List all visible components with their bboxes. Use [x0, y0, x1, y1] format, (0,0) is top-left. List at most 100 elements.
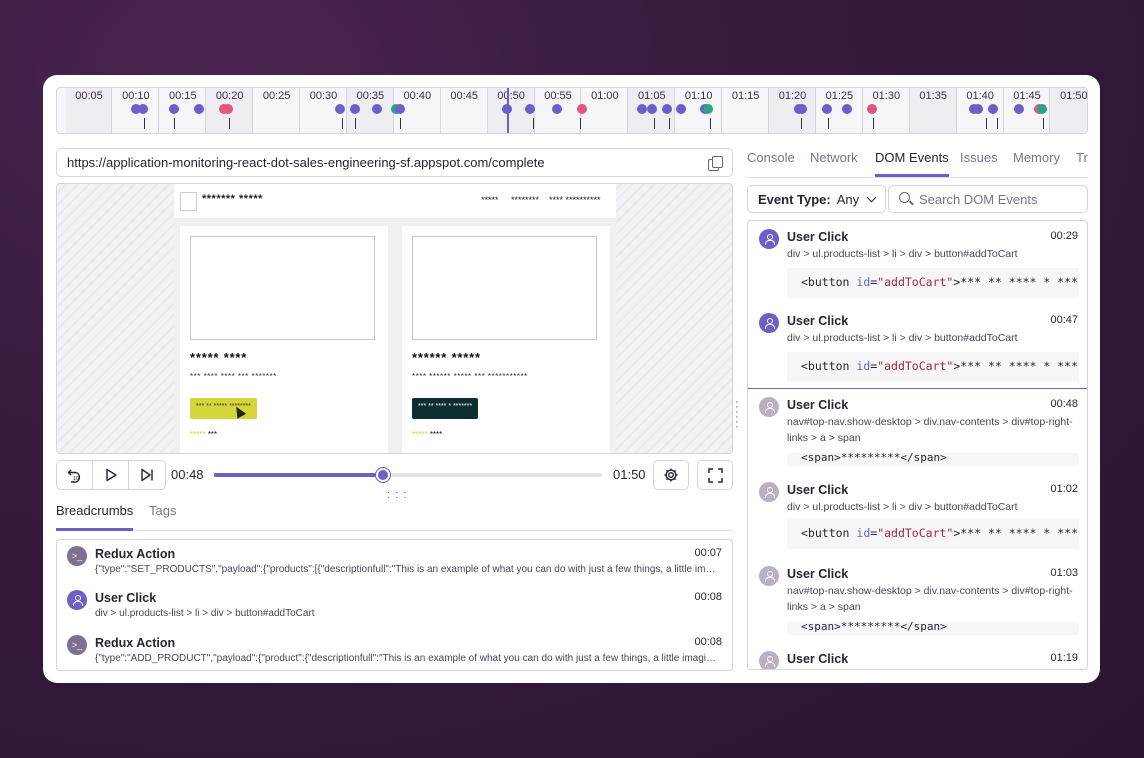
tab-network[interactable]: Network — [810, 150, 858, 174]
search-input[interactable]: Search DOM Events — [888, 185, 1088, 213]
event-time[interactable]: 00:48 — [1050, 398, 1078, 410]
breadcrumb-description: {"type":"ADD_PRODUCT","payload":{"produc… — [95, 653, 720, 664]
list-item[interactable]: User Click 00:47 div > ul.products-list … — [748, 305, 1087, 389]
list-item[interactable]: >_ Redux Action 00:08 {"type":"ADD_PRODU… — [57, 629, 732, 670]
timeline-event-marker[interactable] — [797, 104, 807, 114]
event-code-snippet: <button id="addToCart">*** ** **** * ***… — [787, 352, 1079, 382]
list-item[interactable]: >_ Redux Action 00:07 {"type":"SET_PRODU… — [57, 540, 732, 584]
nav-link: ******** — [511, 195, 540, 205]
skip-forward-button[interactable] — [129, 461, 165, 489]
timeline-event-marker[interactable] — [1014, 104, 1024, 114]
product-price: ***** *** — [190, 430, 217, 439]
timeline-label: 01:40 — [966, 90, 994, 102]
list-item[interactable]: User Click 00:29 div > ul.products-list … — [748, 221, 1087, 305]
timeline-tick — [710, 118, 711, 129]
copy-icon[interactable] — [708, 155, 723, 171]
timeline-event-marker[interactable] — [350, 104, 360, 114]
product-title: ****** ***** — [412, 350, 481, 365]
timeline-event-marker[interactable] — [395, 104, 405, 114]
product-card: ***** **** *** **** **** *** ******* ***… — [180, 226, 388, 453]
progress-slider[interactable] — [214, 468, 602, 482]
breadcrumb-time[interactable]: 00:07 — [694, 547, 722, 559]
tab-breadcrumbs[interactable]: Breadcrumbs — [56, 503, 134, 531]
search-placeholder: Search DOM Events — [919, 191, 1038, 207]
timeline-event-marker[interactable] — [138, 104, 148, 114]
event-type-label: Event Type: — [758, 191, 831, 207]
timeline-event-marker[interactable] — [822, 104, 832, 114]
settings-button[interactable] — [653, 460, 689, 490]
timeline-event-marker[interactable] — [335, 104, 345, 114]
timeline-event-marker[interactable] — [647, 104, 657, 114]
tab-console[interactable]: Console — [747, 150, 795, 174]
timeline-tick — [400, 118, 401, 129]
breadcrumb-description: {"type":"SET_PRODUCTS","payload":{"produ… — [95, 564, 720, 575]
tab-dom-events[interactable]: DOM Events — [875, 150, 949, 177]
skip-forward-icon — [141, 468, 153, 482]
event-time[interactable]: 01:19 — [1050, 652, 1078, 664]
timeline-event-marker[interactable] — [223, 104, 233, 114]
product-image — [412, 236, 597, 340]
timeline-label: 00:20 — [215, 90, 244, 102]
user-icon — [759, 397, 779, 417]
search-icon — [899, 192, 910, 203]
play-button[interactable] — [93, 461, 129, 489]
list-item[interactable]: User Click 00:08 div > ul.products-list … — [57, 584, 732, 628]
timeline-event-marker[interactable] — [662, 104, 672, 114]
user-icon — [759, 651, 779, 669]
timeline-event-marker[interactable] — [525, 104, 535, 114]
event-time[interactable]: 01:02 — [1050, 483, 1078, 495]
event-title: User Click — [787, 314, 849, 328]
event-time[interactable]: 00:29 — [1050, 230, 1078, 242]
breadcrumb-time[interactable]: 00:08 — [694, 636, 722, 648]
rewind-10-icon: 10 — [67, 469, 80, 483]
tab-issues[interactable]: Issues — [960, 150, 998, 174]
list-item[interactable]: User Click 01:19 — [748, 643, 1087, 669]
tab-memory[interactable]: Memory — [1013, 150, 1060, 174]
panel-resize-handle-icon[interactable]: · · · · · · — [735, 397, 745, 433]
timeline-event-marker[interactable] — [194, 104, 204, 114]
rewind-10-button[interactable]: 10 — [57, 461, 93, 489]
replay-window: 00:05 00:10 00:15 00:20 00:25 00:30 00:35 00:40… — [43, 75, 1100, 683]
tab-tags[interactable]: Tags — [149, 503, 176, 528]
list-item[interactable]: User Click 01:03 nav#top-nav.show-deskto… — [748, 558, 1087, 642]
list-item[interactable]: User Click 00:48 nav#top-nav.show-deskto… — [748, 389, 1087, 473]
event-type-dropdown[interactable]: Event Type: Any — [747, 185, 887, 213]
product-description: **** ****** ***** *** *********** — [412, 372, 528, 381]
timeline-event-marker[interactable] — [988, 104, 998, 114]
timeline-playhead[interactable] — [507, 88, 509, 133]
timeline-event-marker[interactable] — [973, 104, 983, 114]
event-time[interactable]: 01:03 — [1050, 567, 1078, 579]
progress-thumb[interactable] — [376, 468, 391, 482]
tab-trace[interactable]: Trace — [1076, 150, 1088, 174]
timeline-event-marker[interactable] — [577, 104, 587, 114]
event-title: User Click — [787, 230, 849, 244]
replayed-page: ******* ***** ***** ******** **** ******… — [174, 184, 616, 453]
timeline-event-marker[interactable] — [842, 104, 852, 114]
breadcrumb-time[interactable]: 00:08 — [694, 591, 722, 603]
timeline-tick — [997, 118, 998, 129]
timeline-event-marker[interactable] — [676, 104, 686, 114]
product-title: ***** **** — [190, 350, 248, 365]
breadcrumb-title: Redux Action — [95, 547, 176, 561]
timeline-event-marker[interactable] — [703, 104, 713, 114]
timeline-event-marker[interactable] — [867, 104, 877, 114]
url-text: https://application-monitoring-react-dot… — [67, 155, 545, 170]
timeline[interactable]: 00:05 00:10 00:15 00:20 00:25 00:30 00:35 00:40… — [56, 87, 1088, 134]
add-to-cart-button: *** ** **** * ******* — [412, 398, 479, 419]
timeline-label: 01:50 — [1060, 90, 1088, 102]
timeline-event-marker[interactable] — [637, 104, 647, 114]
timeline-label: 00:05 — [75, 90, 103, 102]
timeline-tick — [144, 118, 145, 129]
timeline-event-marker[interactable] — [552, 104, 562, 114]
timeline-event-marker[interactable] — [372, 104, 382, 114]
timeline-label: 01:15 — [731, 90, 760, 102]
gear-icon — [664, 468, 678, 482]
timeline-event-marker[interactable] — [1037, 104, 1047, 114]
fullscreen-button[interactable] — [697, 460, 733, 490]
product-stars: ***** — [412, 430, 428, 439]
event-code-snippet: <button id="addToCart">*** ** **** * ***… — [787, 268, 1079, 298]
bottom-tab-bar: Breadcrumbs Tags — [56, 499, 733, 531]
list-item[interactable]: User Click 01:02 div > ul.products-list … — [748, 474, 1087, 558]
event-time[interactable]: 00:47 — [1050, 314, 1078, 326]
timeline-event-marker[interactable] — [169, 104, 179, 114]
